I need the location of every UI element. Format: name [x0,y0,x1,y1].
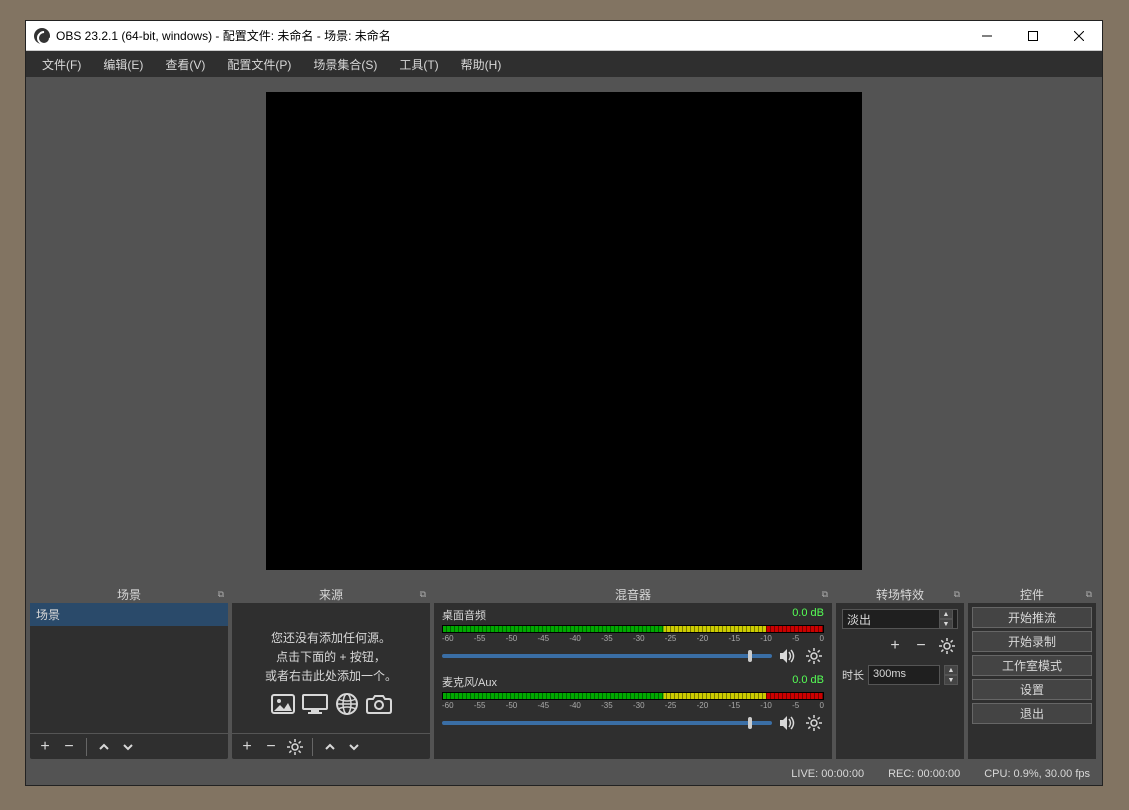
sources-panel: 来源 ⧉ 您还没有添加任何源。 点击下面的 + 按钮， 或者右击此处添加一个。 +… [232,585,430,759]
source-down-button[interactable] [343,736,365,758]
start-recording-button[interactable]: 开始录制 [972,631,1092,652]
mixer-channel: 麦克风/Aux0.0 dB-60-55-50-45-40-35-30-25-20… [442,674,824,733]
scene-item[interactable]: 场景 [30,603,228,626]
minimize-button[interactable] [964,21,1010,50]
sources-title: 来源 [319,586,343,603]
transition-selected: 淡出 [847,611,871,628]
duration-down-button[interactable]: ▼ [944,675,958,685]
titlebar: OBS 23.2.1 (64-bit, windows) - 配置文件: 未命名… [26,21,1102,51]
add-source-button[interactable]: + [236,736,258,758]
browser-source-icon [333,692,361,716]
scenes-panel: 场景 ⧉ 场景 + − [30,585,228,759]
source-up-button[interactable] [319,736,341,758]
duration-label: 时长 [842,667,864,683]
volume-slider[interactable] [442,721,772,725]
menubar: 文件(F) 编辑(E) 查看(V) 配置文件(P) 场景集合(S) 工具(T) … [26,51,1102,77]
mixer-channel: 桌面音频0.0 dB-60-55-50-45-40-35-30-25-20-15… [442,607,824,666]
menu-view[interactable]: 查看(V) [155,53,215,76]
sources-hint-1: 您还没有添加任何源。 [271,629,391,646]
obs-icon [34,28,50,44]
scene-down-button[interactable] [117,736,139,758]
remove-scene-button[interactable]: − [58,736,80,758]
maximize-button[interactable] [1010,21,1056,50]
scenes-title: 场景 [117,586,141,603]
remove-transition-button[interactable]: − [910,635,932,657]
volume-meter [442,692,824,700]
close-button[interactable] [1056,21,1102,50]
mute-button[interactable] [778,713,798,733]
source-properties-button[interactable] [284,736,306,758]
controls-undock-icon[interactable]: ⧉ [1086,589,1092,600]
chevron-up-icon: ▲ [939,609,953,619]
sources-empty[interactable]: 您还没有添加任何源。 点击下面的 + 按钮， 或者右击此处添加一个。 [232,603,430,733]
menu-file[interactable]: 文件(F) [32,53,91,76]
duration-input[interactable]: 300ms [868,665,940,685]
duration-up-button[interactable]: ▲ [944,665,958,675]
menu-scene-collection[interactable]: 场景集合(S) [303,53,387,76]
menu-tools[interactable]: 工具(T) [389,53,448,76]
transition-select[interactable]: 淡出 ▲▼ [842,609,958,629]
status-live: LIVE: 00:00:00 [791,768,864,780]
scenes-undock-icon[interactable]: ⧉ [218,589,224,600]
remove-source-button[interactable]: − [260,736,282,758]
menu-profile[interactable]: 配置文件(P) [217,53,301,76]
mixer-panel: 混音器⧉ 桌面音频0.0 dB-60-55-50-45-40-35-30-25-… [434,585,832,759]
mute-button[interactable] [778,646,798,666]
sources-hint-2: 点击下面的 + 按钮， [276,648,386,665]
transition-properties-button[interactable] [936,635,958,657]
mixer-title: 混音器 [615,586,651,603]
settings-button[interactable]: 设置 [972,679,1092,700]
volume-slider[interactable] [442,654,772,658]
start-streaming-button[interactable]: 开始推流 [972,607,1092,628]
menu-help[interactable]: 帮助(H) [451,53,512,76]
mixer-channel-name: 桌面音频 [442,607,486,623]
status-rec: REC: 00:00:00 [888,768,960,780]
sources-hint-3: 或者右击此处添加一个。 [265,667,397,684]
sources-undock-icon[interactable]: ⧉ [420,589,426,600]
add-scene-button[interactable]: + [34,736,56,758]
mixer-undock-icon[interactable]: ⧉ [822,589,828,600]
display-source-icon [301,692,329,716]
controls-panel: 控件 ⧉ 开始推流 开始录制 工作室模式 设置 退出 [968,585,1096,759]
image-source-icon [269,692,297,716]
volume-meter [442,625,824,633]
window-title: OBS 23.2.1 (64-bit, windows) - 配置文件: 未命名… [56,27,964,44]
exit-button[interactable]: 退出 [972,703,1092,724]
camera-source-icon [365,692,393,716]
mixer-channel-name: 麦克风/Aux [442,674,497,690]
transitions-panel: 转场特效⧉ 淡出 ▲▼ + − 时长 300ms ▲▼ [836,585,964,759]
mixer-settings-button[interactable] [804,646,824,666]
studio-mode-button[interactable]: 工作室模式 [972,655,1092,676]
mixer-channel-db: 0.0 dB [792,607,824,623]
preview-area [26,77,1102,585]
controls-title: 控件 [1020,586,1044,603]
add-transition-button[interactable]: + [884,635,906,657]
preview-canvas[interactable] [266,92,862,570]
scene-up-button[interactable] [93,736,115,758]
transitions-title: 转场特效 [876,586,924,603]
statusbar: LIVE: 00:00:00 REC: 00:00:00 CPU: 0.9%, … [26,763,1102,785]
mixer-channel-db: 0.0 dB [792,674,824,690]
status-cpu: CPU: 0.9%, 30.00 fps [984,768,1090,780]
menu-edit[interactable]: 编辑(E) [93,53,153,76]
mixer-settings-button[interactable] [804,713,824,733]
transitions-undock-icon[interactable]: ⧉ [954,589,960,600]
obs-window: OBS 23.2.1 (64-bit, windows) - 配置文件: 未命名… [25,20,1103,786]
chevron-down-icon: ▼ [939,619,953,629]
